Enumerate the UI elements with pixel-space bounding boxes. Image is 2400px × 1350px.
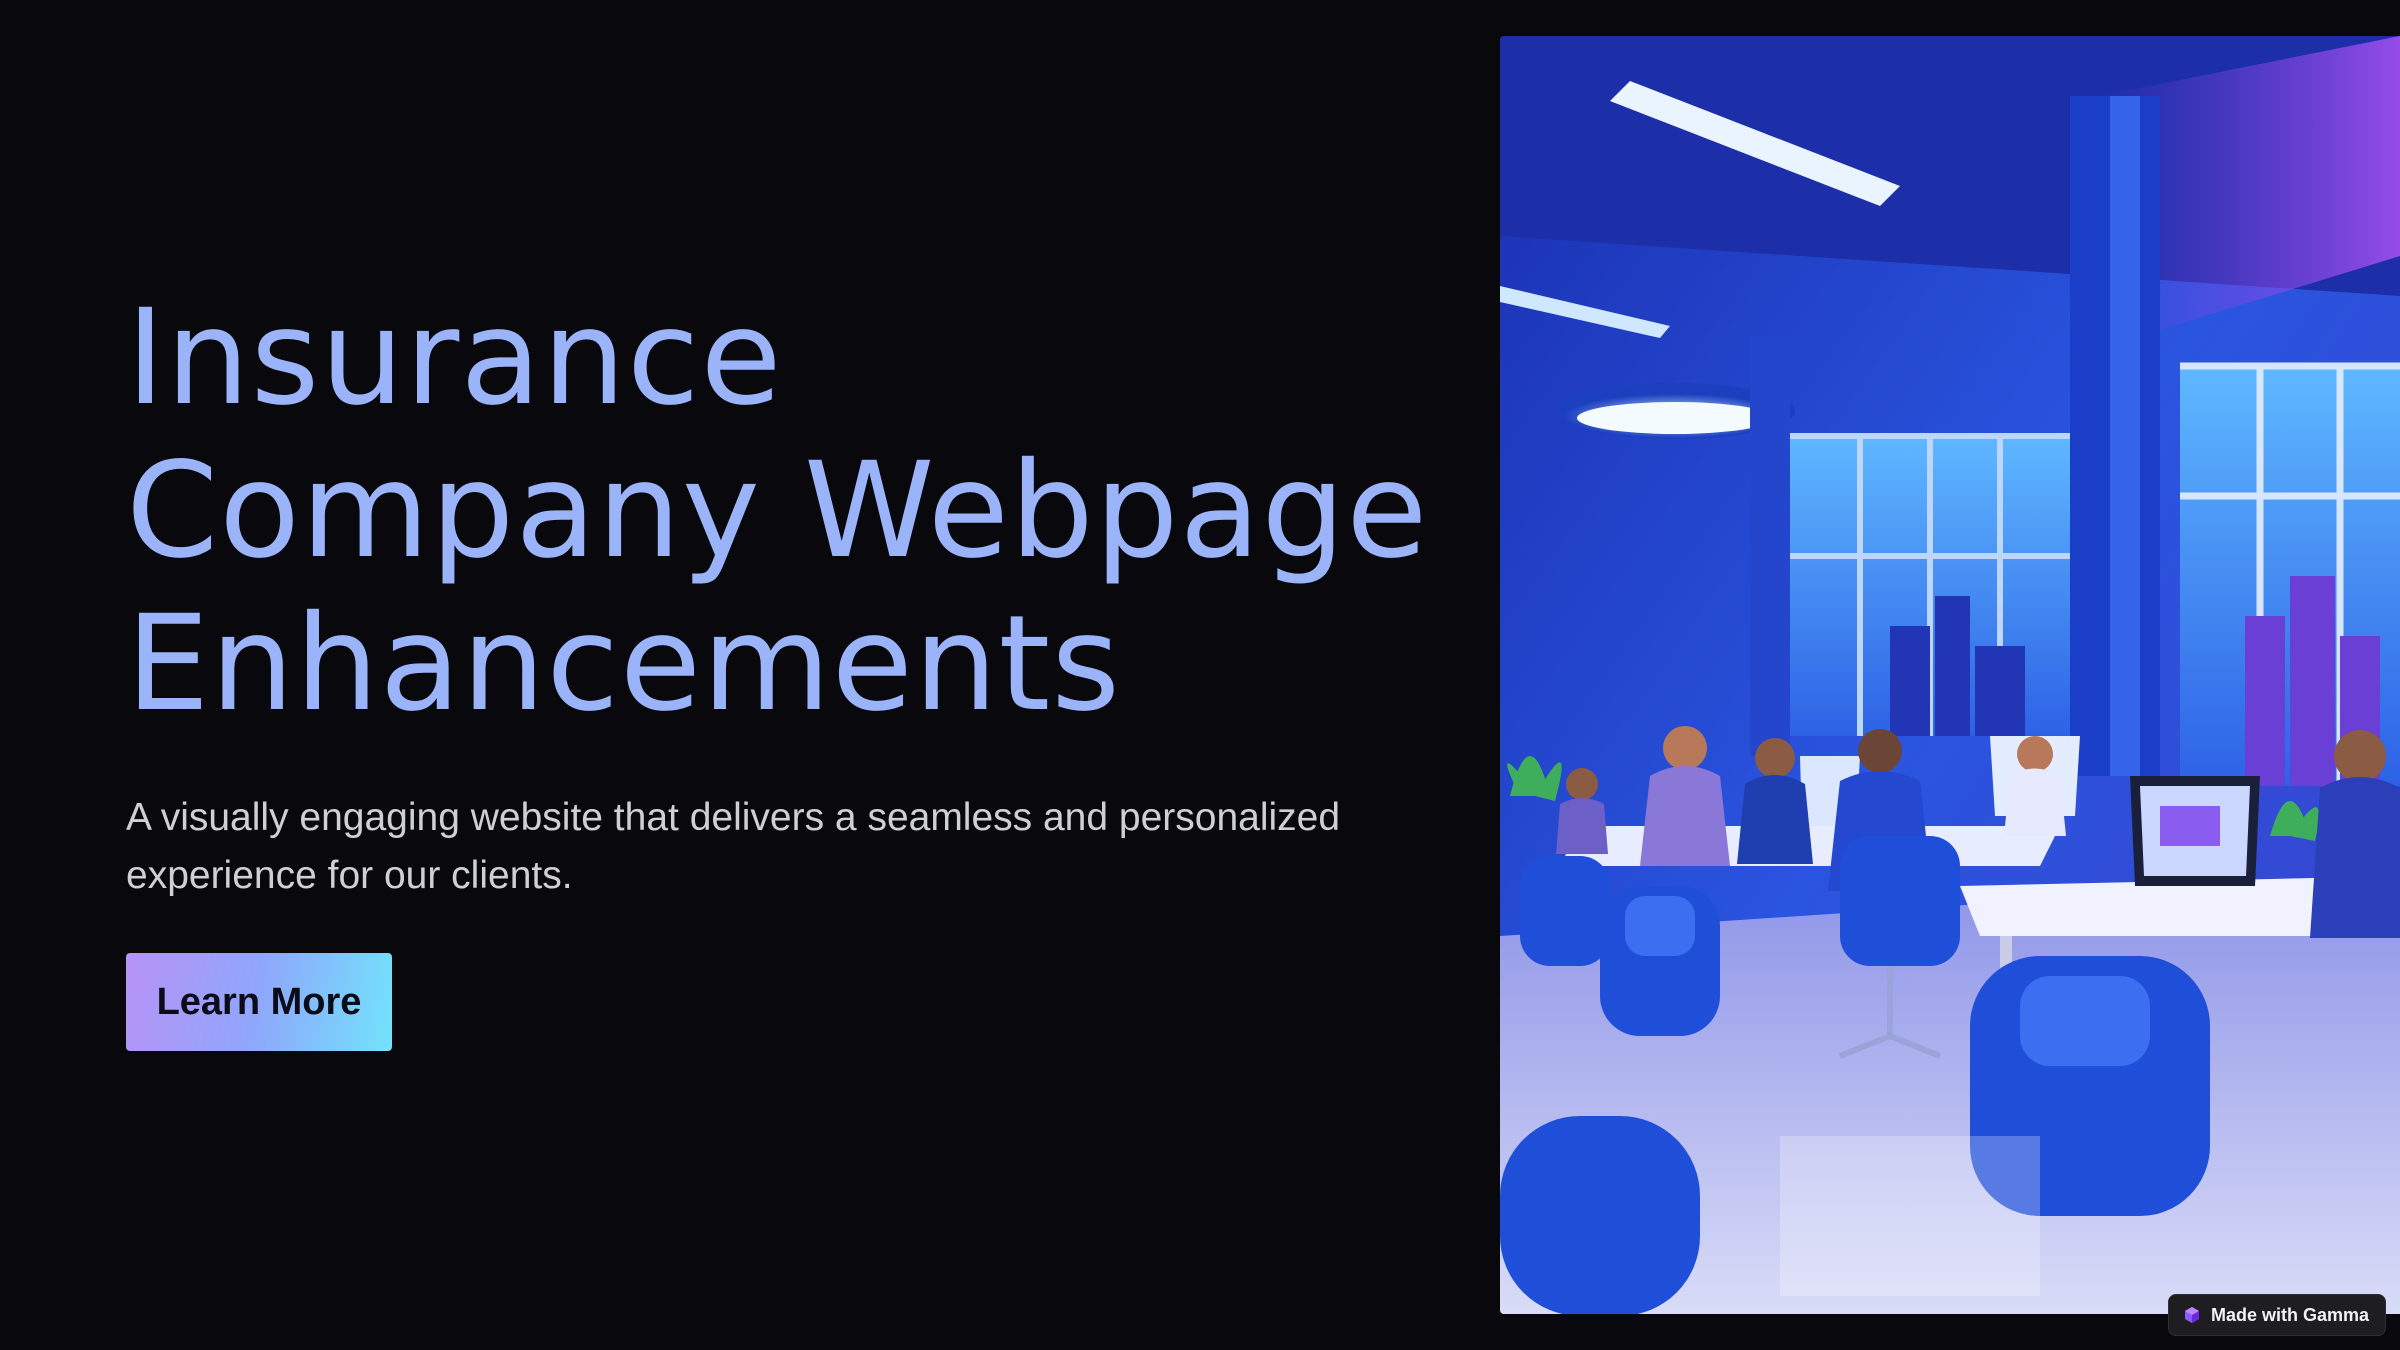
hero-content: Insurance Company Webpage Enhancements A… xyxy=(126,281,1429,1051)
learn-more-button[interactable]: Learn More xyxy=(126,953,392,1051)
hero-image xyxy=(1500,36,2400,1314)
title-line-3: Enhancements xyxy=(126,587,1122,741)
title-line-1: Insurance xyxy=(126,281,783,435)
slide: Insurance Company Webpage Enhancements A… xyxy=(0,0,2400,1350)
made-with-gamma-badge[interactable]: Made with Gamma xyxy=(2167,1294,2386,1336)
badge-label: Made with Gamma xyxy=(2210,1304,2369,1325)
subtitle: A visually engaging website that deliver… xyxy=(126,796,1341,897)
office-illustration xyxy=(1500,36,2400,1314)
page-title: Insurance Company Webpage Enhancements xyxy=(126,281,1429,741)
title-line-2: Company Webpage xyxy=(126,434,1429,588)
gamma-logo-icon xyxy=(2184,1307,2199,1323)
